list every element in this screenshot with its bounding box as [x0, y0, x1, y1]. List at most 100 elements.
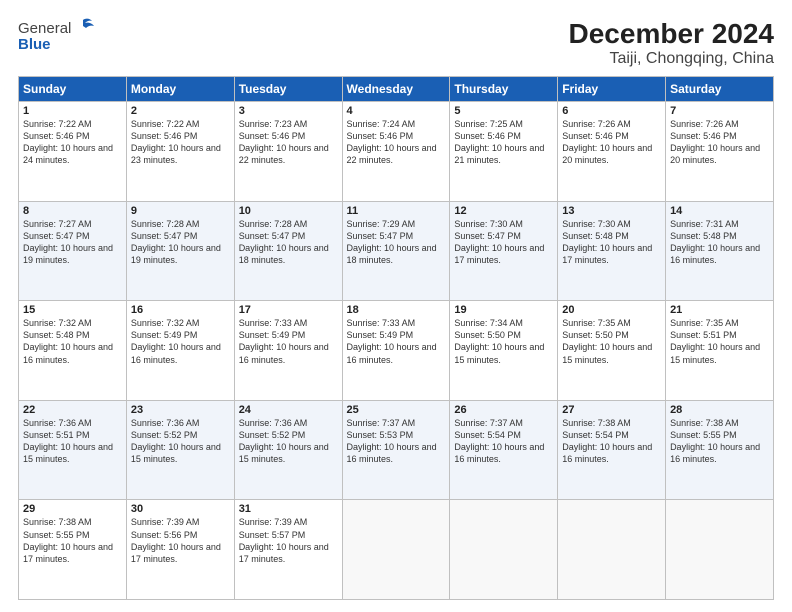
calendar-cell: [666, 500, 774, 600]
calendar-cell: 7Sunrise: 7:26 AM Sunset: 5:46 PM Daylig…: [666, 102, 774, 202]
day-number: 13: [562, 205, 661, 217]
cell-details: Sunrise: 7:38 AM Sunset: 5:55 PM Dayligh…: [23, 516, 122, 565]
calendar-cell: 2Sunrise: 7:22 AM Sunset: 5:46 PM Daylig…: [126, 102, 234, 202]
calendar-header-wednesday: Wednesday: [342, 77, 450, 102]
calendar-cell: 15Sunrise: 7:32 AM Sunset: 5:48 PM Dayli…: [19, 301, 127, 401]
calendar-header-tuesday: Tuesday: [234, 77, 342, 102]
cell-details: Sunrise: 7:35 AM Sunset: 5:50 PM Dayligh…: [562, 317, 661, 366]
day-number: 21: [670, 304, 769, 316]
cell-details: Sunrise: 7:36 AM Sunset: 5:52 PM Dayligh…: [131, 417, 230, 466]
cell-details: Sunrise: 7:30 AM Sunset: 5:48 PM Dayligh…: [562, 218, 661, 267]
cell-details: Sunrise: 7:22 AM Sunset: 5:46 PM Dayligh…: [131, 118, 230, 167]
day-number: 25: [347, 404, 446, 416]
calendar-cell: 13Sunrise: 7:30 AM Sunset: 5:48 PM Dayli…: [558, 201, 666, 301]
calendar-cell: 31Sunrise: 7:39 AM Sunset: 5:57 PM Dayli…: [234, 500, 342, 600]
day-number: 30: [131, 503, 230, 515]
calendar-cell: 5Sunrise: 7:25 AM Sunset: 5:46 PM Daylig…: [450, 102, 558, 202]
cell-details: Sunrise: 7:33 AM Sunset: 5:49 PM Dayligh…: [239, 317, 338, 366]
day-number: 20: [562, 304, 661, 316]
calendar-header-thursday: Thursday: [450, 77, 558, 102]
calendar-cell: 20Sunrise: 7:35 AM Sunset: 5:50 PM Dayli…: [558, 301, 666, 401]
calendar-cell: 23Sunrise: 7:36 AM Sunset: 5:52 PM Dayli…: [126, 400, 234, 500]
day-number: 8: [23, 205, 122, 217]
day-number: 10: [239, 205, 338, 217]
day-number: 29: [23, 503, 122, 515]
cell-details: Sunrise: 7:26 AM Sunset: 5:46 PM Dayligh…: [670, 118, 769, 167]
calendar-week-row: 22Sunrise: 7:36 AM Sunset: 5:51 PM Dayli…: [19, 400, 774, 500]
day-number: 31: [239, 503, 338, 515]
cell-details: Sunrise: 7:36 AM Sunset: 5:51 PM Dayligh…: [23, 417, 122, 466]
day-number: 7: [670, 105, 769, 117]
day-number: 19: [454, 304, 553, 316]
cell-details: Sunrise: 7:26 AM Sunset: 5:46 PM Dayligh…: [562, 118, 661, 167]
cell-details: Sunrise: 7:36 AM Sunset: 5:52 PM Dayligh…: [239, 417, 338, 466]
cell-details: Sunrise: 7:28 AM Sunset: 5:47 PM Dayligh…: [131, 218, 230, 267]
cell-details: Sunrise: 7:27 AM Sunset: 5:47 PM Dayligh…: [23, 218, 122, 267]
calendar-cell: 11Sunrise: 7:29 AM Sunset: 5:47 PM Dayli…: [342, 201, 450, 301]
calendar-week-row: 29Sunrise: 7:38 AM Sunset: 5:55 PM Dayli…: [19, 500, 774, 600]
page-subtitle: Taiji, Chongqing, China: [569, 50, 774, 68]
calendar-header-saturday: Saturday: [666, 77, 774, 102]
cell-details: Sunrise: 7:39 AM Sunset: 5:57 PM Dayligh…: [239, 516, 338, 565]
page-title: December 2024: [569, 18, 774, 50]
calendar-cell: 29Sunrise: 7:38 AM Sunset: 5:55 PM Dayli…: [19, 500, 127, 600]
day-number: 26: [454, 404, 553, 416]
calendar-cell: 10Sunrise: 7:28 AM Sunset: 5:47 PM Dayli…: [234, 201, 342, 301]
cell-details: Sunrise: 7:38 AM Sunset: 5:55 PM Dayligh…: [670, 417, 769, 466]
day-number: 12: [454, 205, 553, 217]
header: General Blue December 2024 Taiji, Chongq…: [18, 18, 774, 68]
cell-details: Sunrise: 7:22 AM Sunset: 5:46 PM Dayligh…: [23, 118, 122, 167]
day-number: 23: [131, 404, 230, 416]
cell-details: Sunrise: 7:28 AM Sunset: 5:47 PM Dayligh…: [239, 218, 338, 267]
calendar-cell: 30Sunrise: 7:39 AM Sunset: 5:56 PM Dayli…: [126, 500, 234, 600]
calendar-cell: 4Sunrise: 7:24 AM Sunset: 5:46 PM Daylig…: [342, 102, 450, 202]
day-number: 28: [670, 404, 769, 416]
cell-details: Sunrise: 7:25 AM Sunset: 5:46 PM Dayligh…: [454, 118, 553, 167]
logo-general-text: General: [18, 20, 71, 37]
title-block: December 2024 Taiji, Chongqing, China: [569, 18, 774, 68]
calendar-header-row: SundayMondayTuesdayWednesdayThursdayFrid…: [19, 77, 774, 102]
cell-details: Sunrise: 7:35 AM Sunset: 5:51 PM Dayligh…: [670, 317, 769, 366]
day-number: 9: [131, 205, 230, 217]
calendar-cell: 14Sunrise: 7:31 AM Sunset: 5:48 PM Dayli…: [666, 201, 774, 301]
calendar-header-friday: Friday: [558, 77, 666, 102]
calendar-cell: 24Sunrise: 7:36 AM Sunset: 5:52 PM Dayli…: [234, 400, 342, 500]
day-number: 3: [239, 105, 338, 117]
calendar-cell: 19Sunrise: 7:34 AM Sunset: 5:50 PM Dayli…: [450, 301, 558, 401]
day-number: 22: [23, 404, 122, 416]
calendar-table: SundayMondayTuesdayWednesdayThursdayFrid…: [18, 76, 774, 600]
cell-details: Sunrise: 7:29 AM Sunset: 5:47 PM Dayligh…: [347, 218, 446, 267]
cell-details: Sunrise: 7:31 AM Sunset: 5:48 PM Dayligh…: [670, 218, 769, 267]
calendar-header-sunday: Sunday: [19, 77, 127, 102]
day-number: 17: [239, 304, 338, 316]
logo-bird-icon: [72, 18, 94, 38]
day-number: 14: [670, 205, 769, 217]
day-number: 24: [239, 404, 338, 416]
calendar-cell: 21Sunrise: 7:35 AM Sunset: 5:51 PM Dayli…: [666, 301, 774, 401]
day-number: 5: [454, 105, 553, 117]
day-number: 18: [347, 304, 446, 316]
day-number: 6: [562, 105, 661, 117]
day-number: 11: [347, 205, 446, 217]
cell-details: Sunrise: 7:39 AM Sunset: 5:56 PM Dayligh…: [131, 516, 230, 565]
calendar-cell: 28Sunrise: 7:38 AM Sunset: 5:55 PM Dayli…: [666, 400, 774, 500]
calendar-cell: 3Sunrise: 7:23 AM Sunset: 5:46 PM Daylig…: [234, 102, 342, 202]
calendar-cell: 22Sunrise: 7:36 AM Sunset: 5:51 PM Dayli…: [19, 400, 127, 500]
cell-details: Sunrise: 7:23 AM Sunset: 5:46 PM Dayligh…: [239, 118, 338, 167]
logo-blue-text: Blue: [18, 36, 95, 53]
day-number: 1: [23, 105, 122, 117]
calendar-cell: [450, 500, 558, 600]
calendar-header-monday: Monday: [126, 77, 234, 102]
day-number: 27: [562, 404, 661, 416]
calendar-cell: 6Sunrise: 7:26 AM Sunset: 5:46 PM Daylig…: [558, 102, 666, 202]
day-number: 16: [131, 304, 230, 316]
calendar-cell: 16Sunrise: 7:32 AM Sunset: 5:49 PM Dayli…: [126, 301, 234, 401]
calendar-week-row: 1Sunrise: 7:22 AM Sunset: 5:46 PM Daylig…: [19, 102, 774, 202]
cell-details: Sunrise: 7:24 AM Sunset: 5:46 PM Dayligh…: [347, 118, 446, 167]
calendar-cell: 18Sunrise: 7:33 AM Sunset: 5:49 PM Dayli…: [342, 301, 450, 401]
logo: General Blue: [18, 18, 95, 53]
cell-details: Sunrise: 7:30 AM Sunset: 5:47 PM Dayligh…: [454, 218, 553, 267]
cell-details: Sunrise: 7:34 AM Sunset: 5:50 PM Dayligh…: [454, 317, 553, 366]
cell-details: Sunrise: 7:32 AM Sunset: 5:49 PM Dayligh…: [131, 317, 230, 366]
cell-details: Sunrise: 7:37 AM Sunset: 5:53 PM Dayligh…: [347, 417, 446, 466]
